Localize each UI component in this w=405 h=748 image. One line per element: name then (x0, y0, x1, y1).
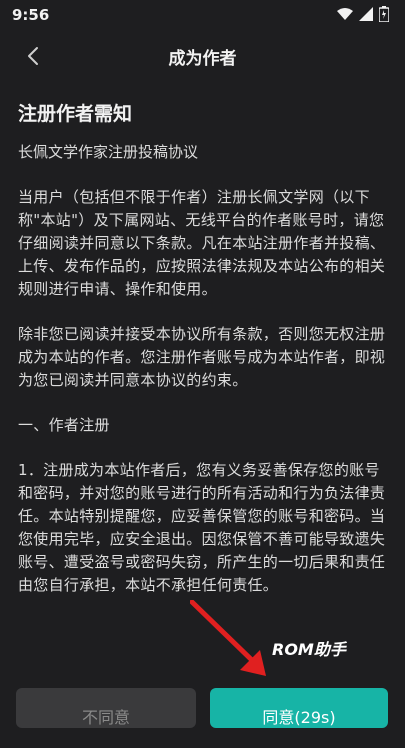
app-bar: 成为作者 (0, 30, 405, 82)
section-heading: 一、作者注册 (18, 416, 110, 434)
page-title: 成为作者 (168, 49, 237, 69)
agreement-content[interactable]: 注册作者需知 长佩文学作家注册投稿协议 当用户（包括但不限于作者）注册长佩文学网… (18, 100, 387, 619)
status-icons (337, 6, 389, 22)
annotation-arrow (190, 600, 266, 676)
battery-icon (379, 6, 389, 22)
agreement-heading: 注册作者需知 (18, 103, 133, 125)
watermark: ROM助手 (272, 640, 346, 659)
status-bar: 9:56 (0, 0, 405, 30)
agree-button[interactable]: 同意(29s) (210, 688, 388, 728)
wifi-icon (337, 8, 353, 20)
status-time: 9:56 (12, 6, 50, 24)
bottom-action-bar: 不同意 同意(29s) (0, 680, 405, 728)
agreement-subtitle: 长佩文学作家注册投稿协议 (18, 143, 199, 161)
agreement-paragraph: 除非您已阅读并接受本协议所有条款，否则您无权注册成为本站的作者。您注册作者账号成… (18, 325, 386, 389)
signal-icon (359, 7, 373, 21)
agreement-paragraph: 当用户（包括但不限于作者）注册长佩文学网（以下称"本站"）及下属网站、无线平台的… (18, 188, 386, 298)
decline-button[interactable]: 不同意 (16, 688, 196, 728)
agreement-paragraph: 1．注册成为本站作者后，您有义务妥善保存您的账号和密码，并对您的账号进行的所有活… (18, 461, 386, 594)
